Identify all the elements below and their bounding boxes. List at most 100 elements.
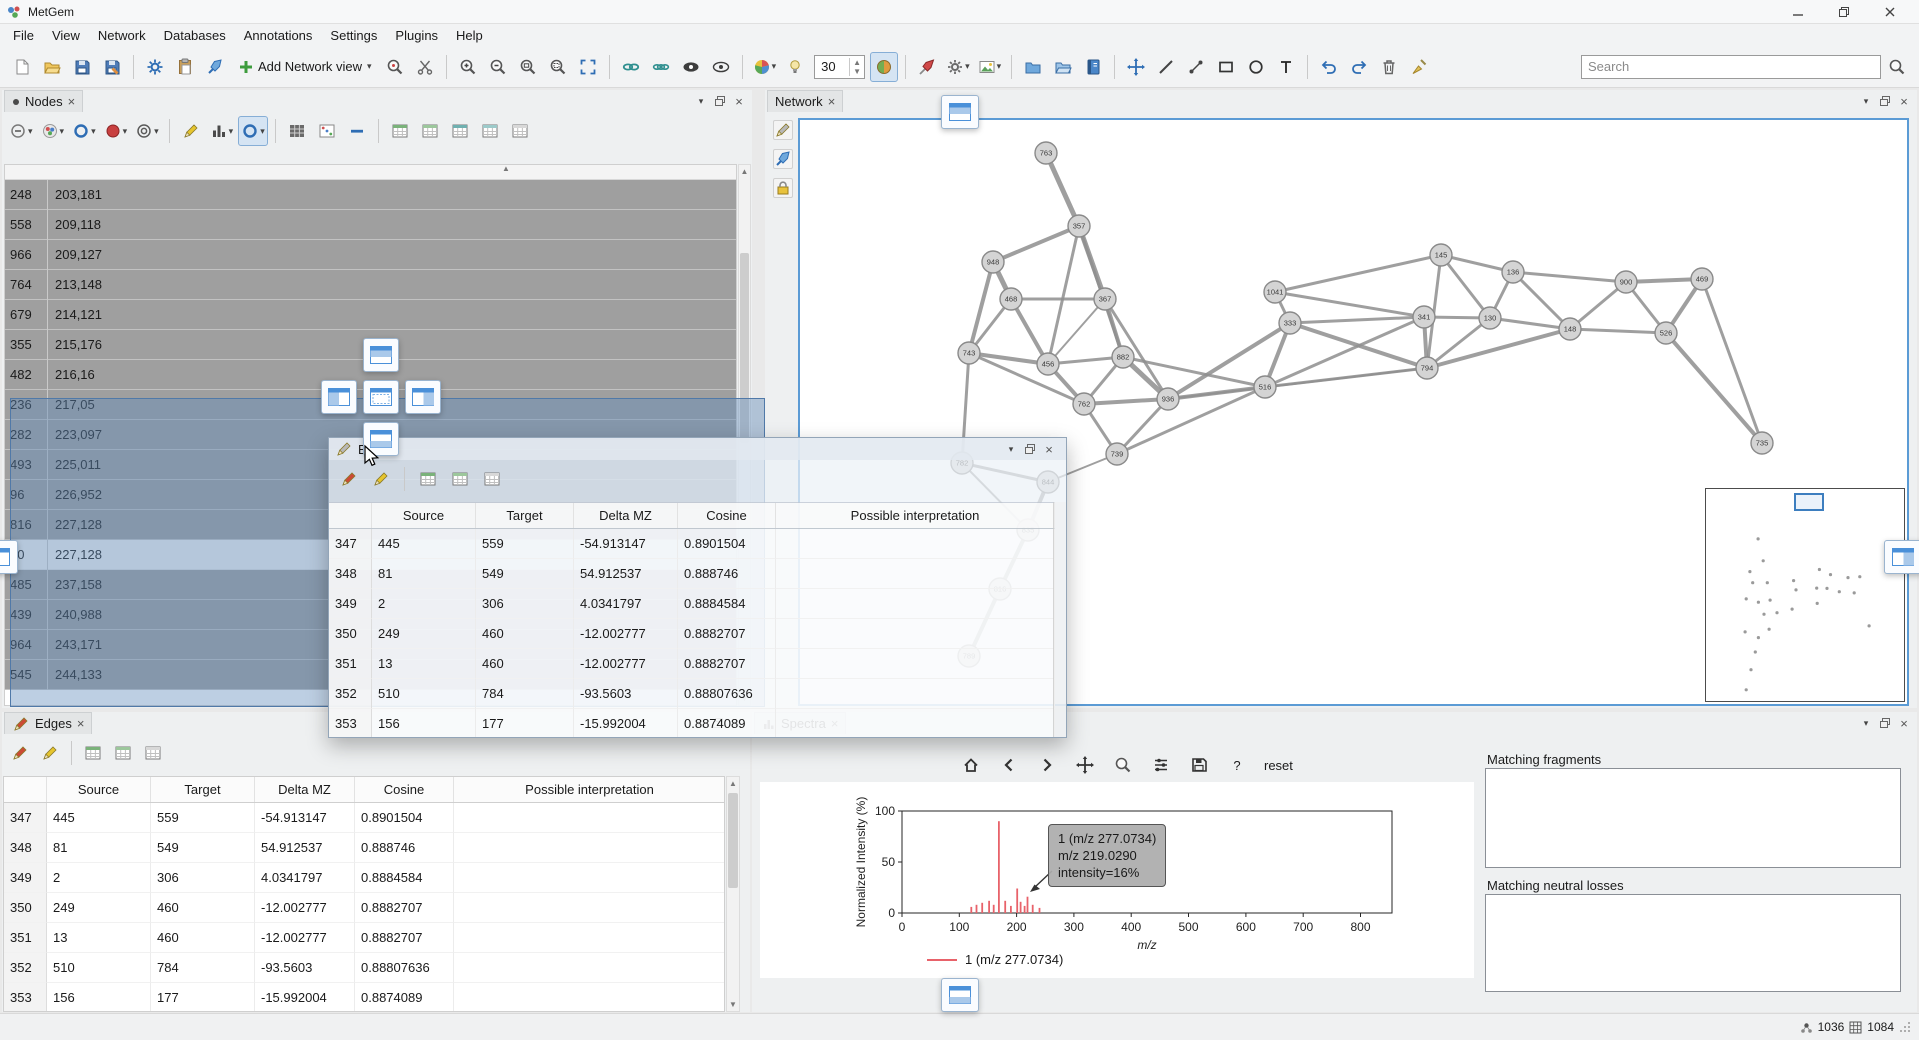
search-input[interactable] [1581,55,1881,79]
table-row[interactable]: 558209,118 [5,210,736,240]
table-row[interactable]: 34923064.03417970.8884584 [329,589,1055,619]
lock-view-button[interactable] [773,178,793,198]
new-project-button[interactable] [8,52,36,82]
table-row[interactable]: 352510784-93.56030.88807636 [329,679,1055,709]
open-project-folder-button[interactable] [1049,52,1077,82]
export-selected-rows-button[interactable] [446,464,474,494]
column-header-source[interactable]: Source [372,503,476,528]
scroll-up-icon[interactable]: ▲ [727,777,739,790]
table-row[interactable]: 248203,181 [5,180,736,210]
menu-plugins[interactable]: Plugins [386,26,447,45]
table-row[interactable]: 347445559-54.9131470.8901504 [329,529,1055,559]
search-button[interactable] [1883,52,1911,82]
export-selected-rows-button[interactable] [416,116,444,146]
network-node[interactable]: 357 [1068,215,1090,237]
menu-databases[interactable]: Databases [155,26,235,45]
export-table-button[interactable] [386,116,414,146]
dock-close-button[interactable]: × [1896,93,1912,109]
dock-close-button[interactable]: × [731,93,747,109]
add-network-view-button[interactable]: Add Network view▾ [231,52,379,82]
draw-line-button[interactable] [1152,52,1180,82]
network-node[interactable]: 341 [1413,306,1435,328]
move-tool-button[interactable] [1122,52,1150,82]
undo-button[interactable] [1315,52,1343,82]
tab-close-icon[interactable]: × [68,95,76,108]
highlight-edges-button[interactable] [335,464,363,494]
column-header-cosine[interactable]: Cosine [355,777,454,802]
selected-mapping-button[interactable]: ▾ [238,116,268,146]
pie-mapping-button[interactable]: ▾ [750,52,780,82]
column-header-target[interactable]: Target [151,777,255,802]
close-button[interactable] [1867,0,1913,23]
minimap-viewport-rect[interactable] [1794,493,1824,511]
floating-table-scrollbar[interactable] [1053,502,1066,737]
link-selection-button[interactable] [617,52,645,82]
clear-annotations-button[interactable] [1405,52,1433,82]
show-all-button[interactable] [707,52,735,82]
table-settings-button[interactable] [478,464,506,494]
network-node[interactable]: 516 [1254,376,1276,398]
node-size-lamp-button[interactable] [781,52,809,82]
dock-close-button[interactable]: × [1041,441,1057,457]
network-node[interactable]: 145 [1430,244,1452,266]
save-project-button[interactable] [68,52,96,82]
dock-float-button[interactable] [1877,93,1893,109]
add-text-button[interactable] [1272,52,1300,82]
show-all-columns-button[interactable] [283,116,311,146]
highlight-nodes-button[interactable] [177,116,205,146]
dock-menu-button[interactable]: ▾ [1003,441,1019,457]
import-metadata-button[interactable] [171,52,199,82]
next-view-button[interactable] [1033,750,1061,780]
network-node[interactable]: 526 [1655,322,1677,344]
network-node[interactable]: 763 [1035,142,1057,164]
table-row[interactable]: 3488154954.9125370.888746 [329,559,1055,589]
scrollbar-thumb[interactable] [728,793,738,888]
table-row[interactable]: 350249460-12.0027770.8882707 [329,619,1055,649]
draw-rectangle-button[interactable] [1212,52,1240,82]
tab-edges[interactable]: Edges × [4,712,92,734]
dock-guide-top[interactable] [941,95,979,129]
network-node[interactable]: 367 [1094,288,1116,310]
restore-button[interactable] [1821,0,1867,23]
fullscreen-button[interactable] [574,52,602,82]
spinner-arrows[interactable]: ▲▼ [849,58,864,76]
network-node[interactable]: 468 [1000,288,1022,310]
pin-view-button[interactable] [773,149,793,169]
dock-guide-right[interactable] [1884,540,1919,574]
draw-edge-button[interactable] [1182,52,1210,82]
process-file-button[interactable] [141,52,169,82]
highlight-tool-button[interactable] [913,52,941,82]
neutral-loss-filter-button[interactable]: ▾ [6,116,36,146]
copy-selected-rows-button[interactable] [476,116,504,146]
column-header-cosine[interactable]: Cosine [678,503,776,528]
dock-target-right[interactable] [405,380,441,414]
dock-float-button[interactable] [712,93,728,109]
edit-mode-button[interactable] [773,120,793,140]
previous-view-button[interactable] [995,750,1023,780]
zoom-out-button[interactable] [484,52,512,82]
help-button[interactable]: ? [1223,750,1251,780]
zoom-to-selection-button[interactable] [544,52,572,82]
node-color-button[interactable] [870,52,898,82]
table-row[interactable]: 353156177-15.9920040.8874089 [4,983,724,1012]
menu-view[interactable]: View [43,26,89,45]
pie-columns-button[interactable]: ▾ [132,116,162,146]
network-node[interactable]: 948 [982,251,1004,273]
dock-target-top[interactable] [363,338,399,372]
edges-table-scrollbar[interactable]: ▲ ▼ [726,776,740,1012]
export-table-button[interactable] [79,738,107,768]
export-metadata-button[interactable] [201,52,229,82]
save-project-as-button[interactable] [98,52,126,82]
column-header-possible-interpretation[interactable]: Possible interpretation [454,777,725,802]
network-node[interactable]: 882 [1112,346,1134,368]
table-row[interactable]: 679214,121 [5,300,736,330]
dock-guide-bottom[interactable] [941,978,979,1012]
column-header-possible-interpretation[interactable]: Possible interpretation [776,503,1055,528]
plot-settings-button[interactable] [1147,750,1175,780]
chart-mapping-button[interactable]: ▾ [207,116,237,146]
zoom-in-button[interactable] [454,52,482,82]
menu-settings[interactable]: Settings [321,26,386,45]
save-figure-button[interactable] [1185,750,1213,780]
hide-column-button[interactable] [343,116,371,146]
dock-menu-button[interactable]: ▾ [693,93,709,109]
